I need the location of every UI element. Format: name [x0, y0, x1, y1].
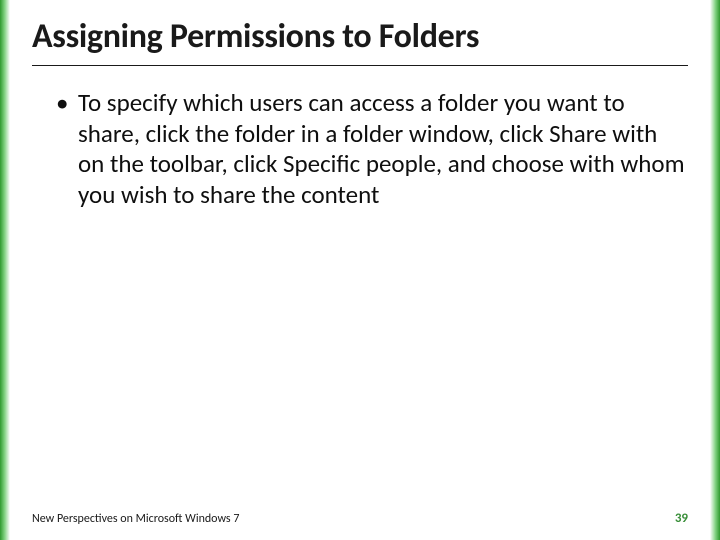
slide-content: To specify which users can access a fold…: [32, 88, 688, 511]
bullet-item: To specify which users can access a fold…: [56, 88, 688, 210]
slide-right-border: [710, 0, 720, 540]
slide-body: Assigning Permissions to Folders To spec…: [10, 0, 710, 540]
footer-page-number: 39: [675, 511, 688, 526]
bullet-list: To specify which users can access a fold…: [32, 88, 688, 210]
slide-footer: New Perspectives on Microsoft Windows 7 …: [32, 511, 688, 526]
title-underline: [32, 65, 688, 66]
slide-left-border: [0, 0, 10, 540]
slide-title: Assigning Permissions to Folders: [32, 18, 688, 55]
footer-source: New Perspectives on Microsoft Windows 7: [32, 512, 239, 526]
